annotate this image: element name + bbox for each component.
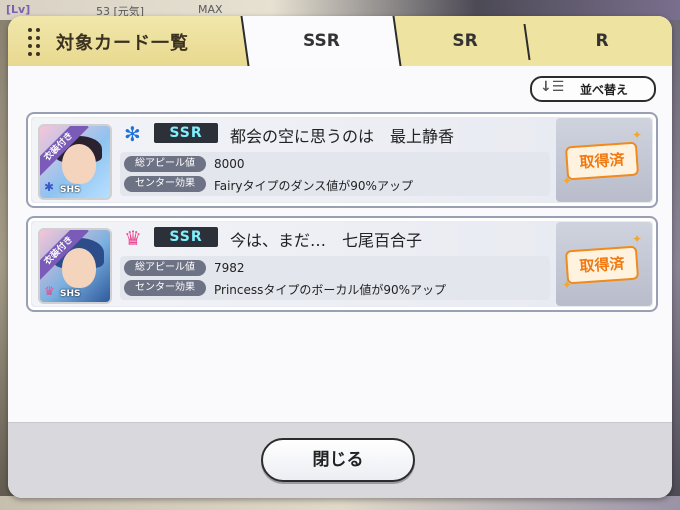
appeal-label: 総アピール値 <box>124 260 206 276</box>
drag-handle-icon[interactable] <box>28 28 42 56</box>
status-area: ✦ ✦ 取得済 <box>556 118 652 202</box>
background-level-label: [Lv] <box>6 3 31 16</box>
obtained-stamp: 取得済 <box>564 245 640 285</box>
card-thumbnail[interactable]: 衣装付き ♛ SHS <box>38 228 112 304</box>
sort-icon: ↓☰ <box>540 79 565 95</box>
tab-ssr[interactable]: SSR <box>240 16 402 66</box>
card-stats: 総アピール値 8000 センター効果 Fairyタイプのダンス値が90%アップ <box>120 152 550 196</box>
card-row[interactable]: 衣装付き ♛ SHS ♛ SSR 今は、まだ… 七尾百合子 総アピール値 798… <box>26 216 658 312</box>
sort-button[interactable]: ↓☰ 並べ替え <box>530 76 656 102</box>
appeal-value: 7982 <box>214 261 245 275</box>
center-effect-label: センター効果 <box>124 176 206 192</box>
card-name: 都会の空に思うのは 最上静香 <box>230 127 455 146</box>
center-effect-label: センター効果 <box>124 280 206 296</box>
center-effect-value: Fairyタイプのダンス値が90%アップ <box>214 179 413 193</box>
dialog-title: 対象カード一覧 <box>56 33 189 54</box>
target-card-list-dialog: 対象カード一覧 SSR SR R ↓☰ 並べ替え 衣装付き ✱ SHS ✻ SS… <box>8 16 672 498</box>
thumbnail-rarity: SHS <box>60 185 81 195</box>
sort-button-label: 並べ替え <box>580 83 629 97</box>
thumbnail-rarity: SHS <box>60 289 81 299</box>
background-bottom-edge <box>0 496 680 510</box>
dialog-footer: 閉じる <box>8 422 672 498</box>
princess-crown-icon: ♛ <box>124 226 142 250</box>
rarity-badge: SSR <box>154 123 218 143</box>
fairy-icon: ✱ <box>44 180 55 194</box>
obtained-stamp: 取得済 <box>564 141 640 181</box>
tab-sr-label: SR <box>452 31 478 51</box>
sparkle-icon: ✦ <box>632 232 643 246</box>
status-area: ✦ ✦ 取得済 <box>556 222 652 306</box>
header-title-area: 対象カード一覧 <box>8 16 248 66</box>
card-list-area: ↓☰ 並べ替え 衣装付き ✱ SHS ✻ SSR 都会の空に思うのは 最上静香 … <box>8 66 672 422</box>
appeal-value: 8000 <box>214 157 245 171</box>
tab-r[interactable]: R <box>532 16 672 66</box>
close-button[interactable]: 閉じる <box>261 438 415 482</box>
tab-r-label: R <box>595 31 609 51</box>
tab-sr[interactable]: SR <box>400 16 530 66</box>
card-row[interactable]: 衣装付き ✱ SHS ✻ SSR 都会の空に思うのは 最上静香 総アピール値 8… <box>26 112 658 208</box>
sparkle-icon: ✦ <box>632 128 643 142</box>
dialog-header: 対象カード一覧 SSR SR R <box>8 16 672 66</box>
center-effect-value: Princessタイプのボーカル値が90%アップ <box>214 283 447 297</box>
princess-crown-icon: ♛ <box>44 284 55 298</box>
background-max-label: MAX <box>198 3 223 16</box>
card-stats: 総アピール値 7982 センター効果 Princessタイプのボーカル値が90%… <box>120 256 550 300</box>
tab-ssr-label: SSR <box>302 31 340 51</box>
rarity-badge: SSR <box>154 227 218 247</box>
card-name: 今は、まだ… 七尾百合子 <box>230 231 423 250</box>
card-thumbnail[interactable]: 衣装付き ✱ SHS <box>38 124 112 200</box>
fairy-icon: ✻ <box>124 122 141 146</box>
appeal-label: 総アピール値 <box>124 156 206 172</box>
